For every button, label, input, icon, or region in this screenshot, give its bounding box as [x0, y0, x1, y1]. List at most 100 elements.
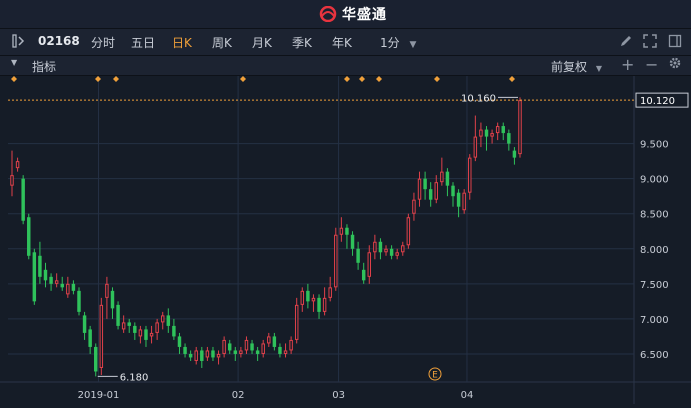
indicator-label[interactable]: 指标 — [32, 58, 56, 75]
candle-body-down — [188, 353, 193, 358]
interval-select[interactable]: 1分 ▼ — [380, 34, 416, 51]
candle-body-down — [361, 269, 366, 281]
event-diamond — [344, 76, 350, 82]
chart-toolbar: 02168 分时 五日 日K 周K 月K 季K 年K 1分 ▼ — [0, 29, 691, 56]
candle-body-down — [345, 227, 349, 235]
candle-body-up — [468, 157, 472, 193]
tab-weekly-k[interactable]: 周K — [212, 34, 232, 51]
event-diamond — [434, 76, 440, 82]
pencil-icon[interactable] — [619, 34, 633, 52]
candle-body-up — [328, 287, 332, 298]
candle-body-up — [10, 175, 14, 186]
candle-body-down — [27, 217, 31, 256]
candle-body-down — [250, 343, 254, 351]
collapse-icon[interactable]: ▼ — [11, 58, 17, 67]
tab-yearly-k[interactable]: 年K — [332, 34, 352, 51]
candle-body-up — [339, 227, 344, 235]
candle-body-up — [322, 297, 327, 312]
candle-body-down — [227, 343, 232, 351]
candle-body-down — [38, 255, 42, 277]
candle-body-up — [283, 350, 288, 354]
candle-body-down — [272, 336, 277, 347]
title-bar: 华盛通 — [0, 0, 691, 29]
candle-body-up — [434, 182, 438, 200]
y-tick-label: 9.500 — [640, 140, 669, 151]
candle-body-down — [378, 241, 383, 253]
candle-body-up — [54, 280, 59, 284]
candle-body-up — [205, 350, 210, 358]
event-diamond — [95, 76, 101, 82]
candle-body-down — [507, 133, 511, 144]
low-label: 6.180 — [120, 372, 149, 383]
tab-monthly-k[interactable]: 月K — [252, 34, 272, 51]
candle-body-down — [21, 178, 25, 221]
event-diamond — [240, 76, 246, 82]
settings-icon[interactable] — [668, 56, 682, 73]
event-diamond — [113, 76, 119, 82]
tab-five-day[interactable]: 五日 — [131, 34, 155, 51]
minus-icon[interactable]: − — [645, 55, 658, 74]
tab-timeshare[interactable]: 分时 — [91, 34, 115, 51]
candle-body-up — [384, 248, 388, 253]
adjust-label: 前复权 — [551, 60, 588, 74]
candle-body-up — [406, 217, 411, 246]
candle-body-down — [255, 350, 260, 354]
candle-body-up — [518, 100, 522, 155]
candle-body-down — [389, 248, 394, 256]
x-tick-label: 2019-01 — [78, 390, 120, 401]
sidebar-toggle-icon[interactable] — [11, 33, 27, 53]
candle-body-down — [200, 350, 204, 361]
event-marker-label: E — [432, 371, 438, 381]
event-diamond — [376, 76, 382, 82]
candle-body-down — [32, 252, 37, 302]
candle-body-up — [289, 339, 293, 351]
candle-body-up — [138, 329, 143, 337]
adjust-select[interactable]: 前复权 ▼ — [551, 58, 602, 75]
y-tick-label: 9.000 — [640, 175, 669, 186]
candle-body-up — [216, 353, 221, 358]
candle-body-down — [484, 129, 489, 137]
panel-icon[interactable] — [668, 34, 682, 52]
candle-body-up — [311, 297, 316, 302]
candle-body-down — [144, 329, 148, 340]
tab-daily-k[interactable]: 日K — [172, 34, 192, 51]
candle-body-down — [233, 350, 238, 354]
candle-body-up — [239, 350, 243, 354]
plus-icon[interactable]: + — [621, 55, 634, 74]
candle-body-down — [177, 336, 182, 347]
candle-body-up — [417, 178, 422, 200]
candle-body-up — [367, 252, 372, 277]
tab-quarterly-k[interactable]: 季K — [292, 34, 312, 51]
chart-svg[interactable]: 9.500 9.000 8.500 8.000 7.500 7.000 6.500 2019… — [0, 76, 691, 404]
candlestick-chart[interactable]: 9.500 9.000 8.500 8.000 7.500 7.000 6.500 2019… — [0, 76, 691, 404]
candle-body-up — [261, 343, 265, 354]
y-tick-label: 7.000 — [640, 315, 669, 326]
candle-body-down — [350, 234, 355, 249]
candle-body-up — [194, 350, 198, 361]
stock-code[interactable]: 02168 — [38, 34, 80, 48]
candle-body-down — [428, 189, 433, 200]
candle-body-down — [60, 283, 64, 288]
candle-body-up — [121, 322, 126, 330]
current-price-label: 10.120 — [640, 96, 675, 107]
y-tick-label: 8.000 — [640, 245, 669, 256]
chevron-down-icon: ▼ — [409, 40, 417, 50]
candle-body-up — [440, 171, 444, 183]
annotations: 10.120 10.160 6.180 E — [8, 92, 689, 383]
expand-icon[interactable] — [643, 34, 657, 52]
candle-body-up — [294, 304, 299, 340]
app-logo: 华盛通 — [318, 4, 387, 24]
chart-grid — [0, 76, 691, 404]
candle-body-down — [71, 283, 76, 291]
candle-body-up — [15, 161, 20, 169]
candle-body-up — [495, 126, 500, 134]
candle-body-up — [267, 336, 271, 344]
candle-body-down — [172, 325, 176, 337]
candle-body-down — [501, 126, 505, 134]
logo-icon — [319, 6, 337, 22]
y-tick-label: 6.500 — [640, 350, 669, 361]
candle-body-up — [412, 199, 416, 214]
candle-body-down — [94, 346, 98, 372]
candle-body-down — [133, 325, 137, 333]
candle-body-down — [278, 346, 282, 354]
